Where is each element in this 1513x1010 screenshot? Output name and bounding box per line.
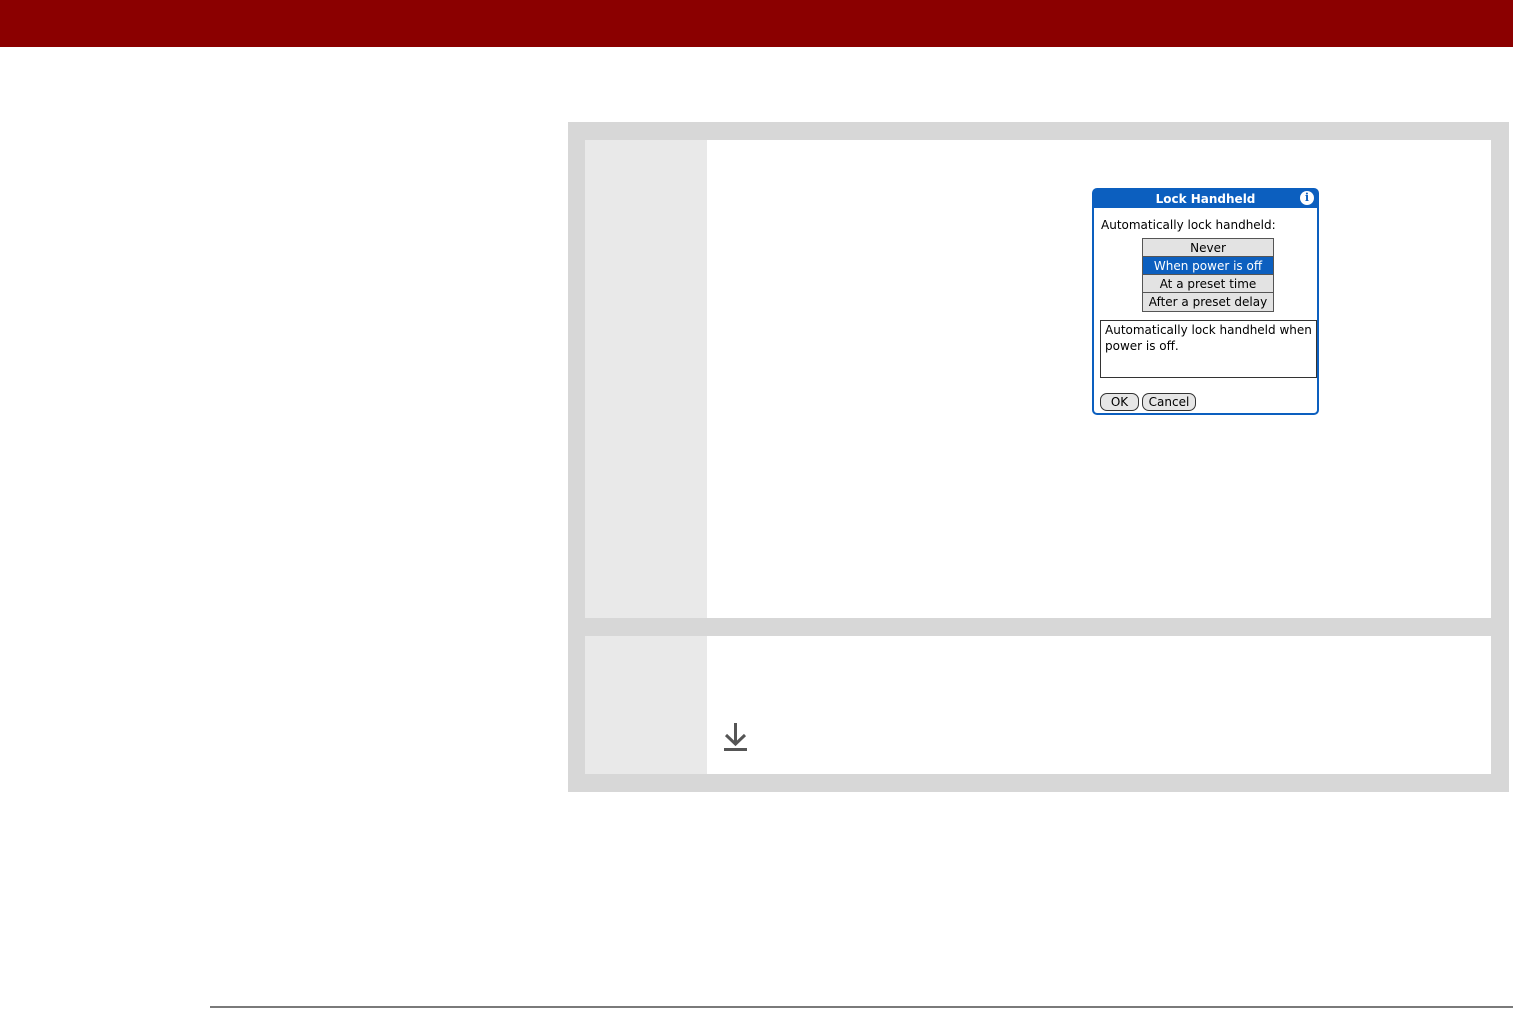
step-panel: Lock Handheld i Automatically lock handh… xyxy=(568,122,1509,792)
option-never[interactable]: Never xyxy=(1143,239,1273,257)
option-preset-time[interactable]: At a preset time xyxy=(1143,275,1273,293)
step-number-column xyxy=(585,636,707,774)
step-row-1: Lock Handheld i Automatically lock handh… xyxy=(585,140,1491,618)
footer-divider xyxy=(210,1006,1513,1008)
option-when-power-off[interactable]: When power is off xyxy=(1143,257,1273,275)
arrow-down-to-line-icon xyxy=(724,723,747,751)
step-number-column xyxy=(585,140,707,618)
lock-option-list: Never When power is off At a preset time… xyxy=(1142,238,1274,312)
cancel-button[interactable]: Cancel xyxy=(1142,393,1196,411)
option-preset-delay[interactable]: After a preset delay xyxy=(1143,293,1273,311)
description-box: Automatically lock handheld when power i… xyxy=(1100,320,1317,378)
lock-handheld-dialog: Lock Handheld i Automatically lock handh… xyxy=(1092,188,1319,415)
step-content: Lock Handheld i Automatically lock handh… xyxy=(707,140,1491,618)
info-icon[interactable]: i xyxy=(1300,191,1314,205)
lock-prompt-label: Automatically lock handheld: xyxy=(1101,218,1276,232)
step-row-2 xyxy=(585,636,1491,774)
dialog-title-bar: Lock Handheld i xyxy=(1094,190,1317,208)
step-content xyxy=(707,636,1491,774)
header-bar xyxy=(0,0,1513,47)
dialog-title: Lock Handheld xyxy=(1155,192,1256,206)
ok-button[interactable]: OK xyxy=(1100,393,1139,411)
